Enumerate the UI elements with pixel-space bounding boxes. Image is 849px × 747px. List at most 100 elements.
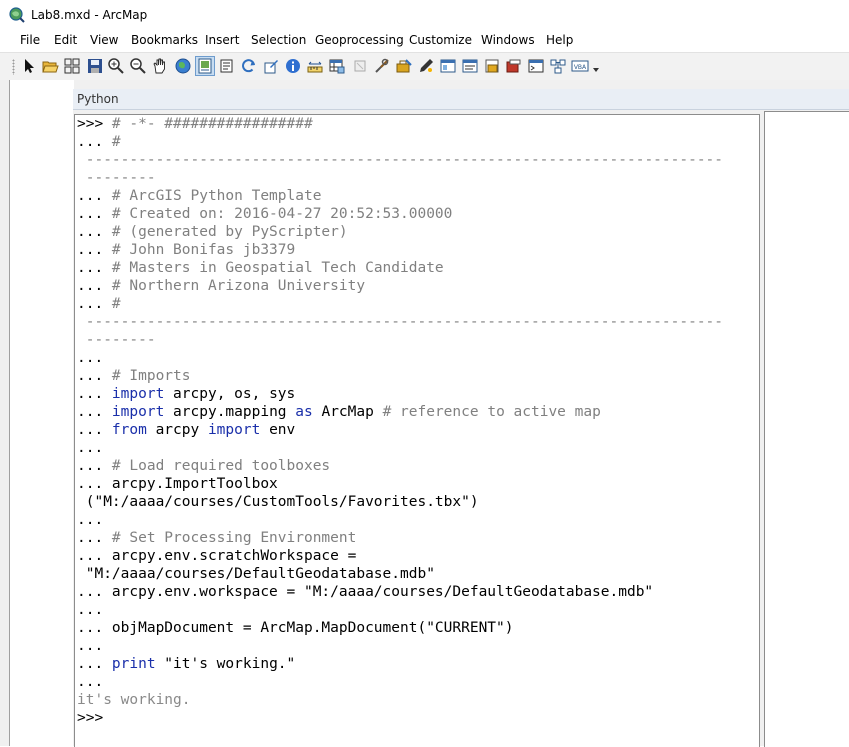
console-token — [77, 332, 86, 348]
console-token: ... — [77, 530, 112, 546]
console-line: ... objMapDocument = ArcMap.MapDocument(… — [77, 619, 759, 637]
console-token: ... — [77, 242, 112, 258]
editor-icon[interactable] — [262, 57, 280, 75]
title-bar: Lab8.mxd - ArcMap — [0, 0, 849, 30]
menu-view[interactable]: View — [90, 33, 118, 47]
console-token: ... arcpy.env.scratchWorkspace = — [77, 548, 357, 564]
model-builder-icon[interactable] — [505, 57, 523, 75]
window-title: Lab8.mxd - ArcMap — [31, 8, 148, 22]
menu-insert[interactable]: Insert — [205, 33, 239, 47]
identify-icon[interactable] — [218, 57, 236, 75]
console-token: arcpy.mapping — [164, 404, 296, 420]
select-elements-icon[interactable] — [20, 57, 38, 75]
console-token: arcpy — [146, 422, 208, 438]
vba-icon[interactable]: VBA — [571, 57, 589, 75]
python-help-panel[interactable] — [764, 111, 849, 747]
console-token: # -*- ################# — [111, 116, 313, 132]
arcmap-globe-icon — [9, 7, 25, 23]
toolbar-overflow-chevron-icon[interactable] — [593, 67, 599, 73]
console-token: ... — [77, 224, 112, 240]
console-token: ... — [77, 206, 112, 222]
layout-icon[interactable] — [195, 56, 215, 76]
console-token: # Imports — [111, 368, 191, 384]
python-window: Python >>> # -*- #################... # … — [73, 89, 849, 747]
select-by-graphic-icon[interactable] — [351, 57, 369, 75]
console-token: as — [295, 404, 313, 420]
menu-windows[interactable]: Windows — [481, 33, 535, 47]
console-token: arcpy, os, sys — [164, 386, 296, 402]
console-line: ... # Set Processing Environment — [77, 529, 759, 547]
console-token: import — [207, 422, 261, 438]
zoom-out-icon[interactable] — [129, 57, 147, 75]
search-window-icon[interactable] — [461, 57, 479, 75]
console-line: ("M:/aaaa/courses/CustomTools/Favorites.… — [77, 493, 759, 511]
python-window-icon[interactable] — [527, 57, 545, 75]
map-display-edge — [9, 80, 74, 746]
console-token: # John Bonifas jb3379 — [111, 242, 296, 258]
python-window-header[interactable]: Python — [73, 89, 849, 110]
console-line: ... print "it's working." — [77, 655, 759, 673]
console-line: >>> — [77, 709, 759, 727]
python-console[interactable]: >>> # -*- #################... # -------… — [74, 114, 760, 747]
menu-bookmarks[interactable]: Bookmarks — [131, 33, 198, 47]
info-icon[interactable] — [284, 57, 302, 75]
console-token: "it's working." — [155, 656, 296, 672]
console-line: ... — [77, 439, 759, 457]
catalog-icon[interactable] — [439, 57, 457, 75]
console-token: ... — [77, 134, 112, 150]
menu-help[interactable]: Help — [546, 33, 573, 47]
save-icon[interactable] — [86, 57, 104, 75]
toolbar-grip[interactable] — [12, 59, 15, 75]
console-line: ... — [77, 673, 759, 691]
console-token: ... — [77, 404, 112, 420]
console-token: env — [260, 422, 296, 438]
console-token: ... — [77, 368, 112, 384]
console-token: # reference to active map — [382, 404, 601, 420]
table-icon[interactable] — [328, 57, 346, 75]
console-line: >>> # -*- ################# — [77, 115, 759, 133]
console-line: ... # Created on: 2016-04-27 20:52:53.00… — [77, 205, 759, 223]
console-token: import — [111, 386, 165, 402]
toolbox-icon[interactable] — [483, 57, 501, 75]
zoom-in-icon[interactable] — [107, 57, 125, 75]
select-features-grid-icon[interactable] — [63, 57, 81, 75]
console-line: ... arcpy.env.workspace = "M:/aaaa/cours… — [77, 583, 759, 601]
diagram-icon[interactable] — [549, 57, 567, 75]
menu-edit[interactable]: Edit — [54, 33, 77, 47]
arctoolbox-icon[interactable] — [395, 57, 413, 75]
menu-bar: File Edit View Bookmarks Insert Selectio… — [0, 30, 849, 52]
pan-hand-icon[interactable] — [151, 57, 169, 75]
menu-customize[interactable]: Customize — [409, 33, 472, 47]
menu-geoprocessing[interactable]: Geoprocessing — [315, 33, 404, 47]
tools-icon[interactable] — [373, 57, 391, 75]
console-token: ... arcpy.ImportToolbox — [77, 476, 278, 492]
console-token: # — [111, 296, 121, 312]
console-line: ... — [77, 349, 759, 367]
console-line: ... # Northern Arizona University — [77, 277, 759, 295]
console-token: ("M:/aaaa/courses/CustomTools/Favorites.… — [77, 494, 479, 510]
console-token: ... — [77, 260, 112, 276]
console-token: ... — [77, 674, 104, 690]
console-token: >>> — [77, 710, 104, 726]
console-token: ArcMap — [312, 404, 383, 420]
console-line: -------- — [77, 169, 759, 187]
console-line: ... # ArcGIS Python Template — [77, 187, 759, 205]
console-token: # Northern Arizona University — [111, 278, 366, 294]
console-token: from — [111, 422, 147, 438]
measure-icon[interactable] — [306, 57, 324, 75]
console-token: "M:/aaaa/courses/DefaultGeodatabase.mdb" — [77, 566, 435, 582]
console-token: ----------------------------------------… — [85, 152, 724, 168]
svg-text:VBA: VBA — [574, 64, 587, 71]
menu-selection[interactable]: Selection — [251, 33, 306, 47]
console-line: ... import arcpy, os, sys — [77, 385, 759, 403]
console-line: ... — [77, 511, 759, 529]
refresh-icon[interactable] — [240, 57, 258, 75]
console-token: -------- — [85, 332, 156, 348]
console-line: ... arcpy.env.scratchWorkspace = — [77, 547, 759, 565]
full-extent-globe-icon[interactable] — [174, 57, 192, 75]
open-icon[interactable] — [41, 57, 59, 75]
editor-pencil-icon[interactable] — [417, 57, 435, 75]
menu-file[interactable]: File — [20, 33, 40, 47]
console-token: # — [111, 134, 121, 150]
console-code[interactable]: >>> # -*- #################... # -------… — [75, 115, 759, 727]
